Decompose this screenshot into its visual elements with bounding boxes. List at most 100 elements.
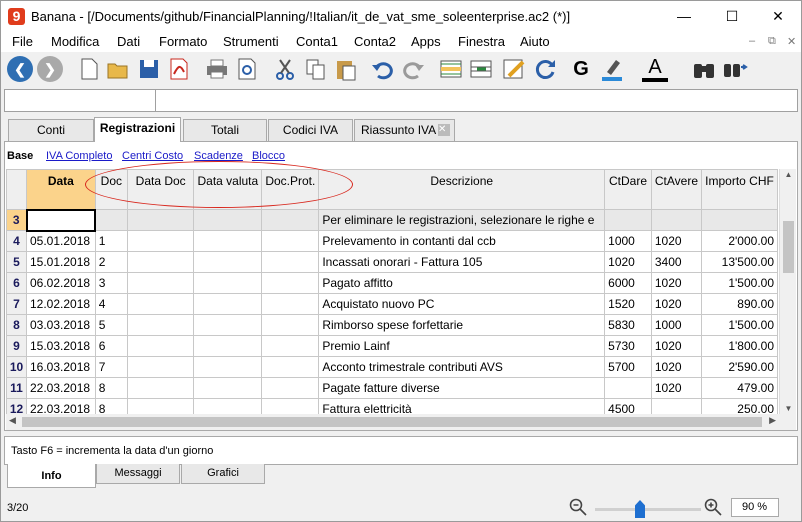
view-iva-completo[interactable]: IVA Completo bbox=[46, 150, 112, 162]
back-icon[interactable]: ❮ bbox=[7, 56, 33, 82]
table-cell[interactable]: 1000 bbox=[650, 314, 703, 336]
table-cell[interactable]: 2 bbox=[94, 251, 129, 273]
table-cell[interactable] bbox=[193, 398, 263, 414]
new-file-icon[interactable] bbox=[76, 56, 102, 82]
table-cell[interactable] bbox=[193, 230, 263, 252]
table-cell[interactable] bbox=[261, 398, 320, 414]
add-row-icon[interactable] bbox=[438, 56, 464, 82]
table-cell[interactable]: Prelevamento in contanti dal ccb bbox=[318, 230, 606, 252]
tab-info[interactable]: Info bbox=[7, 464, 96, 488]
zoom-slider-thumb[interactable] bbox=[635, 500, 645, 518]
scroll-down-icon[interactable]: ▼ bbox=[780, 404, 797, 413]
table-cell[interactable] bbox=[193, 356, 263, 378]
table-cell[interactable]: 250.00 bbox=[701, 398, 778, 414]
menu-modifica[interactable]: Modifica bbox=[51, 34, 99, 49]
table-cell[interactable]: 4500 bbox=[604, 398, 652, 414]
table-cell[interactable]: 05.01.2018 bbox=[26, 230, 96, 252]
menu-conta2[interactable]: Conta2 bbox=[354, 34, 396, 49]
tab-registrazioni[interactable]: Registrazioni bbox=[94, 117, 181, 142]
minimize-button[interactable]: — bbox=[661, 1, 707, 32]
table-cell[interactable]: Incassati onorari - Fattura 105 bbox=[318, 251, 606, 273]
mdi-minimize-button[interactable]: – bbox=[749, 35, 755, 47]
table-cell[interactable]: 3 bbox=[94, 272, 129, 294]
table-cell[interactable] bbox=[193, 293, 263, 315]
table-cell[interactable] bbox=[650, 209, 703, 231]
table-row[interactable]: 6 06.02.2018 3 Pagato affitto 6000 1020 1'500.… bbox=[6, 272, 778, 294]
table-cell[interactable]: Acconto trimestrale contributi AVS bbox=[318, 356, 606, 378]
cut-icon[interactable] bbox=[272, 56, 298, 82]
table-cell[interactable]: 5700 bbox=[604, 356, 652, 378]
row-number[interactable]: 3 bbox=[6, 209, 27, 231]
table-cell[interactable]: 1000 bbox=[604, 230, 652, 252]
table-cell[interactable] bbox=[261, 209, 320, 231]
table-cell[interactable]: 1020 bbox=[604, 251, 652, 273]
table-cell[interactable] bbox=[193, 209, 263, 231]
table-cell[interactable]: 15.01.2018 bbox=[26, 251, 96, 273]
table-cell[interactable]: 4 bbox=[94, 293, 129, 315]
table-cell[interactable]: Pagate fatture diverse bbox=[318, 377, 606, 399]
font-color-icon[interactable]: A bbox=[642, 56, 668, 82]
table-cell[interactable] bbox=[261, 251, 320, 273]
tab-riassunto-iva[interactable]: Riassunto IVA ✕ bbox=[354, 119, 455, 141]
zoom-level-field[interactable]: 90 % bbox=[731, 498, 779, 517]
table-cell[interactable]: 22.03.2018 bbox=[26, 377, 96, 399]
maximize-button[interactable]: ☐ bbox=[709, 1, 755, 32]
row-number[interactable]: 8 bbox=[6, 314, 27, 336]
table-cell[interactable] bbox=[261, 293, 320, 315]
table-cell[interactable]: 2'000.00 bbox=[701, 230, 778, 252]
table-cell[interactable]: Fattura elettricità bbox=[318, 398, 606, 414]
menu-strumenti[interactable]: Strumenti bbox=[223, 34, 279, 49]
scroll-up-icon[interactable]: ▲ bbox=[780, 170, 797, 179]
scroll-right-icon[interactable]: ▶ bbox=[769, 415, 776, 426]
refresh-icon[interactable] bbox=[532, 56, 558, 82]
table-cell[interactable] bbox=[25, 208, 97, 232]
forward-icon[interactable]: ❯ bbox=[37, 56, 63, 82]
col-data-valuta[interactable]: Data valuta bbox=[193, 169, 263, 210]
table-row[interactable]: 5 15.01.2018 2 Incassati onorari - Fattura … bbox=[6, 251, 778, 273]
table-cell[interactable] bbox=[193, 314, 263, 336]
row-number[interactable]: 5 bbox=[6, 251, 27, 273]
table-cell[interactable]: 5 bbox=[94, 314, 129, 336]
table-row[interactable]: 4 05.01.2018 1 Prelevamento in contanti dal… bbox=[6, 230, 778, 252]
mdi-close-button[interactable]: ✕ bbox=[787, 35, 796, 48]
table-cell[interactable]: 1 bbox=[94, 230, 129, 252]
highlight-icon[interactable] bbox=[599, 56, 625, 82]
table-cell[interactable]: 22.03.2018 bbox=[26, 398, 96, 414]
view-centri-costo[interactable]: Centri Costo bbox=[122, 150, 183, 162]
table-cell[interactable]: 890.00 bbox=[701, 293, 778, 315]
table-cell[interactable] bbox=[94, 209, 129, 231]
col-data[interactable]: Data bbox=[26, 169, 96, 210]
horizontal-scrollbar[interactable]: ◀ ▶ bbox=[6, 414, 779, 430]
table-cell[interactable]: 1020 bbox=[650, 377, 703, 399]
table-cell[interactable]: Rimborso spese forfettarie bbox=[318, 314, 606, 336]
bold-icon[interactable]: G bbox=[568, 56, 594, 82]
tab-conti[interactable]: Conti bbox=[8, 119, 94, 141]
paste-icon[interactable] bbox=[333, 56, 359, 82]
mdi-restore-button[interactable]: ⧉ bbox=[768, 35, 776, 48]
table-cell[interactable]: 2'590.00 bbox=[701, 356, 778, 378]
horizontal-scroll-thumb[interactable] bbox=[22, 417, 762, 427]
find-next-icon[interactable] bbox=[722, 56, 748, 82]
col-ctdare[interactable]: CtDare bbox=[604, 169, 652, 210]
table-cell[interactable] bbox=[193, 335, 263, 357]
row-number[interactable]: 10 bbox=[6, 356, 27, 378]
row-number[interactable]: 7 bbox=[6, 293, 27, 315]
table-cell[interactable] bbox=[650, 398, 703, 414]
table-row[interactable]: 9 15.03.2018 6 Premio Lainf 5730 1020 1'800.00 bbox=[6, 335, 778, 357]
row-number[interactable]: 4 bbox=[6, 230, 27, 252]
menu-dati[interactable]: Dati bbox=[117, 34, 140, 49]
table-cell[interactable] bbox=[126, 272, 195, 294]
view-base[interactable]: Base bbox=[7, 150, 33, 162]
table-cell[interactable]: 1'800.00 bbox=[701, 335, 778, 357]
pdf-icon[interactable] bbox=[166, 56, 192, 82]
zoom-out-icon[interactable] bbox=[569, 498, 587, 516]
row-number[interactable]: 11 bbox=[6, 377, 27, 399]
zoom-in-icon[interactable] bbox=[704, 498, 722, 516]
table-cell[interactable]: Premio Lainf bbox=[318, 335, 606, 357]
table-cell[interactable]: 1020 bbox=[650, 293, 703, 315]
table-cell[interactable] bbox=[261, 272, 320, 294]
table-cell[interactable] bbox=[193, 377, 263, 399]
table-row[interactable]: 11 22.03.2018 8 Pagate fatture diverse 1020 4… bbox=[6, 377, 778, 399]
close-button[interactable]: ✕ bbox=[755, 1, 801, 32]
table-row[interactable]: 3 Per eliminare le registrazioni, selezio… bbox=[6, 208, 778, 232]
